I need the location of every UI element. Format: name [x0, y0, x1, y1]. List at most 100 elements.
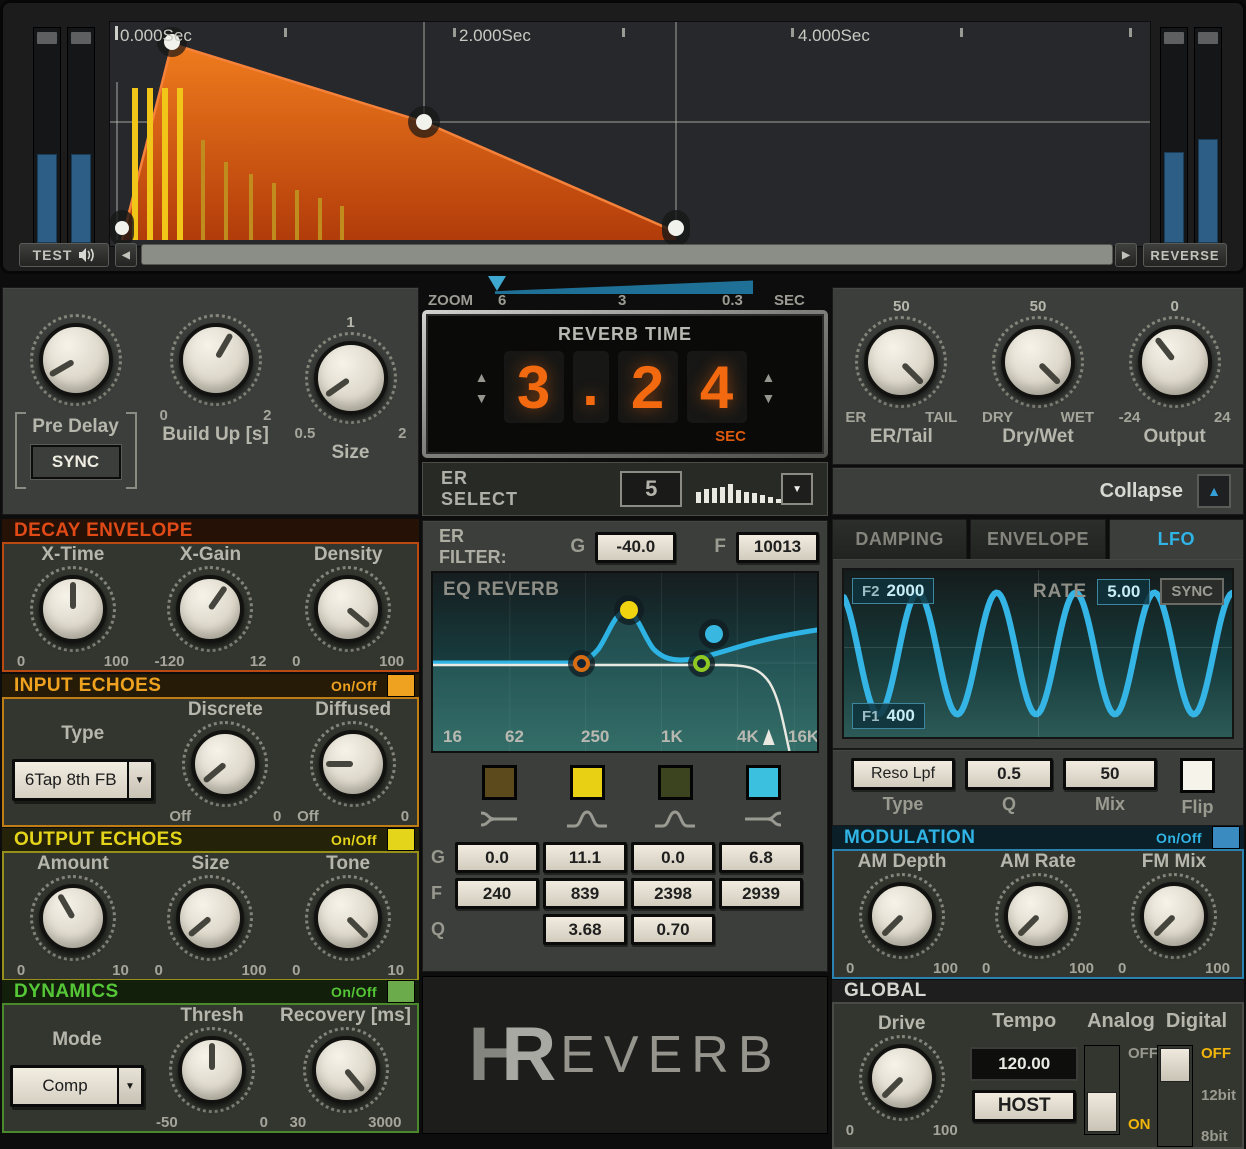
- modulation-onoff-indicator[interactable]: [1212, 826, 1240, 849]
- lfo-filter-type[interactable]: Reso Lpf: [851, 758, 955, 790]
- analog-switch-handle[interactable]: [1086, 1092, 1117, 1132]
- knob-dial[interactable]: [29, 566, 116, 652]
- drive-knob[interactable]: Drive 0 100: [840, 1013, 963, 1139]
- eq-reverb-graph[interactable]: EQ REVERB 16 62 250 1K 4K 16K: [431, 571, 819, 753]
- analog-option-off[interactable]: OFF: [1128, 1045, 1158, 1062]
- tab-lfo[interactable]: LFO: [1108, 519, 1244, 559]
- am-depth-knob[interactable]: AM Depth 0 100: [846, 851, 958, 977]
- digital-switch-handle[interactable]: [1159, 1048, 1190, 1082]
- test-button[interactable]: TEST: [19, 243, 109, 267]
- band4-gain[interactable]: 6.8: [719, 842, 803, 873]
- knob-dial[interactable]: [182, 721, 269, 807]
- eq-band3-handle[interactable]: [693, 655, 710, 672]
- bell-icon[interactable]: [543, 808, 631, 830]
- dry-wet-knob[interactable]: 50 DRY WET Dry/Wet: [982, 298, 1094, 464]
- knob-dial[interactable]: [167, 875, 254, 961]
- digital-option-12bit[interactable]: 12bit: [1201, 1087, 1236, 1104]
- lfo-filter-mix[interactable]: 50: [1063, 758, 1157, 790]
- lfo-sync-button[interactable]: SYNC: [1160, 578, 1224, 605]
- input-type-dropdown[interactable]: 6Tap 8th FB ▼: [11, 759, 154, 801]
- eq-band1-handle[interactable]: [573, 655, 590, 672]
- predelay-knob-unit[interactable]: Pre Delay SYNC: [14, 314, 137, 514]
- knob-dial[interactable]: [991, 316, 1084, 408]
- reverse-button[interactable]: REVERSE: [1143, 243, 1227, 267]
- scroll-right-button[interactable]: ▶: [1115, 243, 1137, 267]
- band2-gain[interactable]: 11.1: [543, 842, 627, 873]
- analog-option-on[interactable]: ON: [1128, 1116, 1158, 1133]
- digital-option-off[interactable]: OFF: [1201, 1045, 1236, 1062]
- recovery-knob[interactable]: Recovery [ms] 30 3000: [280, 1005, 411, 1131]
- zoom-thumb[interactable]: [488, 276, 506, 291]
- lfo-rate-field[interactable]: 5.00: [1097, 578, 1151, 605]
- size-knob[interactable]: 1 0.5 2 Size: [295, 314, 407, 514]
- knob-dial[interactable]: [310, 721, 397, 807]
- host-button[interactable]: HOST: [972, 1090, 1077, 1122]
- x-time-knob[interactable]: X-Time 0 100: [17, 544, 129, 670]
- er-select-dropdown-button[interactable]: ▼: [781, 473, 814, 505]
- digital-option-8bit[interactable]: 8bit: [1201, 1128, 1236, 1145]
- knob-dial[interactable]: [858, 1034, 945, 1121]
- diffused-knob[interactable]: Diffused Off 0: [297, 699, 409, 825]
- discrete-knob[interactable]: Discrete Off 0: [169, 699, 281, 825]
- tone-knob[interactable]: Tone 0 10: [292, 853, 404, 979]
- reverb-time-digit[interactable]: 2: [617, 351, 678, 423]
- density-knob[interactable]: Density 0 100: [292, 544, 404, 670]
- knob-dial[interactable]: [305, 566, 392, 652]
- waveform-scrollbar[interactable]: [141, 244, 1113, 265]
- thresh-knob[interactable]: Thresh -50 0: [156, 1005, 268, 1131]
- knob-dial[interactable]: [29, 314, 122, 406]
- band2-q[interactable]: 3.68: [543, 914, 627, 945]
- band3-q[interactable]: 0.70: [631, 914, 715, 945]
- er-select-value[interactable]: 5: [620, 471, 683, 507]
- band1-freq[interactable]: 240: [455, 878, 539, 909]
- band1-gain[interactable]: 0.0: [455, 842, 539, 873]
- lfo-display[interactable]: F2 2000 RATE 5.00 SYNC F1 400: [842, 568, 1234, 739]
- amount-knob[interactable]: Amount 0 10: [17, 853, 129, 979]
- buildup-knob[interactable]: 0 2 Build Up [s]: [160, 314, 272, 514]
- reverb-time-fine-spinner[interactable]: ▲ ▼: [762, 370, 776, 405]
- knob-dial[interactable]: [29, 875, 116, 961]
- knob-dial[interactable]: [169, 1027, 256, 1113]
- high-shelf-icon[interactable]: [719, 808, 807, 830]
- knob-dial[interactable]: [305, 875, 392, 961]
- knob-dial[interactable]: [855, 316, 948, 408]
- knob-dial[interactable]: [1131, 873, 1217, 959]
- knob-dial[interactable]: [995, 873, 1081, 959]
- knob-dial[interactable]: [304, 332, 397, 424]
- knob-dial[interactable]: [859, 873, 945, 959]
- band3-freq[interactable]: 2398: [631, 878, 715, 909]
- dynamics-mode-dropdown[interactable]: Comp ▼: [10, 1065, 144, 1107]
- lfo-f2-field[interactable]: F2 2000: [852, 578, 935, 604]
- band4-color-swatch[interactable]: [745, 765, 781, 800]
- low-shelf-icon[interactable]: [455, 808, 543, 830]
- tab-damping[interactable]: DAMPING: [832, 519, 968, 559]
- knob-dial[interactable]: [1128, 316, 1221, 408]
- am-rate-knob[interactable]: AM Rate 0 100: [982, 851, 1094, 977]
- er-tail-knob[interactable]: 50 ER TAIL ER/Tail: [845, 298, 957, 464]
- reverb-time-coarse-spinner[interactable]: ▲ ▼: [475, 370, 489, 405]
- eq-band4-handle[interactable]: [705, 625, 723, 643]
- er-filter-gain-value[interactable]: -40.0: [595, 531, 677, 563]
- knob-dial[interactable]: [167, 566, 254, 652]
- output-size-knob[interactable]: Size 0 100: [154, 853, 266, 979]
- knob-dial[interactable]: [302, 1027, 389, 1113]
- tempo-display[interactable]: 120.00: [970, 1047, 1079, 1081]
- predelay-sync-button[interactable]: SYNC: [29, 444, 122, 480]
- input-echoes-onoff-indicator[interactable]: [387, 674, 415, 697]
- band3-gain[interactable]: 0.0: [631, 842, 715, 873]
- reverb-time-digit[interactable]: 3: [503, 351, 564, 423]
- collapse-button[interactable]: ▲: [1197, 474, 1231, 508]
- band3-color-swatch[interactable]: [657, 765, 693, 800]
- output-knob[interactable]: 0 -24 24 Output: [1119, 298, 1231, 464]
- band4-freq[interactable]: 2939: [719, 878, 803, 909]
- analog-switch[interactable]: OFF ON: [1083, 1045, 1158, 1135]
- x-gain-knob[interactable]: X-Gain -120 12: [154, 544, 266, 670]
- lfo-filter-q[interactable]: 0.5: [965, 758, 1053, 790]
- fm-mix-knob[interactable]: FM Mix 0 100: [1118, 851, 1230, 977]
- eq-band2-handle[interactable]: [620, 601, 638, 619]
- er-filter-freq-value[interactable]: 10013: [736, 531, 819, 563]
- scroll-left-button[interactable]: ◀: [115, 243, 137, 267]
- tab-envelope[interactable]: ENVELOPE: [970, 519, 1106, 559]
- knob-dial[interactable]: [169, 314, 262, 406]
- lfo-f1-field[interactable]: F1 400: [852, 703, 925, 729]
